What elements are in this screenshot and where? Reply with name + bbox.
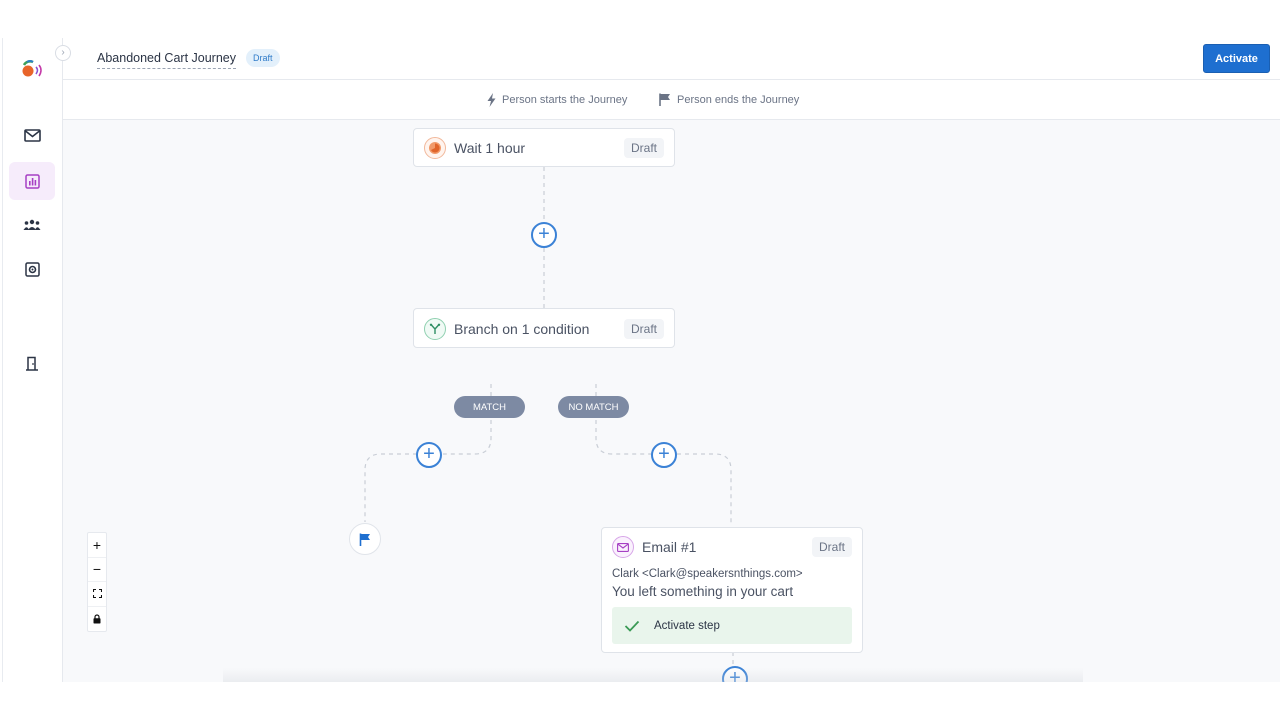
legend-start: Person starts the Journey <box>487 93 627 107</box>
email-subject: You left something in your cart <box>612 584 794 599</box>
sidebar-item-settings[interactable] <box>9 250 55 288</box>
activate-step-button[interactable]: Activate step <box>612 607 852 644</box>
match-label[interactable]: MATCH <box>454 396 525 418</box>
journey-header: Abandoned Cart Journey Draft Activate <box>63 38 1280 80</box>
sidebar-item-people[interactable] <box>9 206 55 244</box>
canvas-fade <box>223 668 1083 682</box>
journey-legend: Person starts the Journey Person ends th… <box>63 80 1280 120</box>
legend-start-label: Person starts the Journey <box>502 94 628 106</box>
flag-icon <box>359 533 370 546</box>
door-icon <box>26 356 38 371</box>
plus-icon: + <box>92 536 102 553</box>
legend-end: Person ends the Journey <box>659 93 799 106</box>
legend-end-label: Person ends the Journey <box>677 93 800 106</box>
wait-node[interactable]: Wait 1 hour Draft <box>413 128 675 167</box>
collapse-sidebar-button[interactable]: › <box>55 45 71 61</box>
add-step-button[interactable]: + <box>531 222 557 248</box>
checkmark-icon <box>624 620 640 632</box>
fit-view-button[interactable] <box>88 582 106 607</box>
lock-icon <box>93 614 101 624</box>
add-step-match-button[interactable]: + <box>416 442 442 468</box>
activate-step-label: Activate step <box>654 619 720 632</box>
app-logo[interactable] <box>19 54 45 80</box>
flag-icon <box>659 93 670 106</box>
add-step-no-match-button[interactable]: + <box>651 442 677 468</box>
sidebar-item-messages[interactable] <box>9 116 55 154</box>
email-node-title: Email #1 <box>642 539 697 555</box>
wait-node-title: Wait 1 hour <box>454 140 526 156</box>
email-node-status: Draft <box>811 537 852 557</box>
email-node[interactable]: Email #1 Draft Clark <Clark@speakersnthi… <box>601 527 863 653</box>
branch-node-status: Draft <box>623 319 664 339</box>
lightning-icon <box>487 93 496 107</box>
timer-icon <box>424 137 446 159</box>
wait-node-status: Draft <box>623 138 664 158</box>
chart-icon <box>24 173 40 189</box>
journey-canvas[interactable]: Wait 1 hour Draft + Branch on 1 conditio… <box>63 120 1280 682</box>
sidebar-item-logout[interactable] <box>9 344 55 382</box>
minus-icon: − <box>92 561 102 578</box>
zoom-out-button[interactable]: − <box>88 558 106 582</box>
zoom-in-button[interactable]: + <box>88 533 106 558</box>
zoom-controls: + − <box>87 532 107 632</box>
sidebar-item-journeys[interactable] <box>9 162 55 200</box>
settings-icon <box>24 261 40 277</box>
no-match-label[interactable]: NO MATCH <box>558 396 629 418</box>
email-sender: Clark <Clark@speakersnthings.com> <box>612 568 803 580</box>
branch-node-title: Branch on 1 condition <box>454 321 590 337</box>
branch-node[interactable]: Branch on 1 condition Draft <box>413 308 675 348</box>
journey-end-marker[interactable] <box>349 523 381 555</box>
mail-icon <box>23 128 41 142</box>
chevron-right-icon: › <box>61 47 65 58</box>
people-icon <box>23 219 41 230</box>
status-badge: Draft <box>246 49 280 67</box>
journey-title[interactable]: Abandoned Cart Journey <box>97 51 236 69</box>
sidebar <box>3 38 63 682</box>
mail-icon <box>612 536 634 558</box>
journey-editor: › Abandoned Cart Journey Draft Activate … <box>2 38 1280 682</box>
fit-view-icon <box>92 589 102 599</box>
lock-button[interactable] <box>88 607 106 632</box>
activate-button[interactable]: Activate <box>1203 44 1270 73</box>
branch-icon <box>424 318 446 340</box>
